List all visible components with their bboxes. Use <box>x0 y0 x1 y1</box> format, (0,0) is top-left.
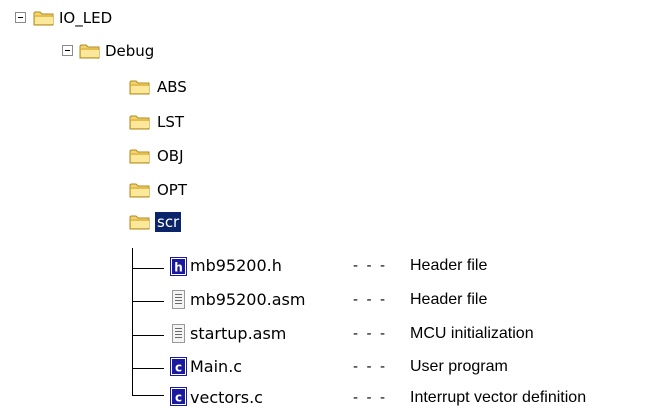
folder-open-icon <box>33 9 55 27</box>
c-file-icon <box>170 387 187 406</box>
c-file-icon <box>170 357 187 376</box>
file-separator: - - - <box>353 292 388 308</box>
file-separator: - - - <box>353 390 388 406</box>
folder-icon <box>129 181 151 199</box>
file-separator: - - - <box>353 258 388 274</box>
tree-node-io-led[interactable]: IO_LED <box>59 8 112 28</box>
file-description: Header file <box>410 257 488 274</box>
file-separator: - - - <box>353 326 388 342</box>
asm-file-icon <box>170 290 187 309</box>
tree-node-debug[interactable]: Debug <box>105 41 154 61</box>
tree-connector-vertical <box>132 248 133 395</box>
file-description: User program <box>410 358 508 375</box>
tree-connector-branch <box>132 335 164 336</box>
file-name[interactable]: mb95200.asm <box>190 290 305 310</box>
tree-node-scr[interactable]: scr <box>155 212 182 232</box>
file-name[interactable]: vectors.c <box>190 388 263 408</box>
folder-icon <box>129 113 151 131</box>
file-name[interactable]: Main.c <box>190 357 242 377</box>
folder-open-icon <box>129 213 151 231</box>
collapse-toggle-debug[interactable] <box>62 45 73 56</box>
file-name[interactable]: startup.asm <box>190 324 286 344</box>
tree-connector-branch <box>132 395 164 396</box>
file-name[interactable]: mb95200.h <box>190 256 282 276</box>
tree-node-lst[interactable]: LST <box>157 112 184 132</box>
file-description: Header file <box>410 291 488 308</box>
tree-node-opt[interactable]: OPT <box>157 180 187 200</box>
file-separator: - - - <box>353 359 388 375</box>
folder-icon <box>129 78 151 96</box>
tree-connector-branch <box>132 368 164 369</box>
collapse-toggle-io-led[interactable] <box>15 12 26 23</box>
tree-node-obj[interactable]: OBJ <box>157 146 184 166</box>
file-description: MCU initialization <box>410 325 534 342</box>
asm-file-icon <box>170 324 187 343</box>
h-file-icon <box>170 257 187 276</box>
tree-connector-branch <box>132 268 164 269</box>
folder-icon <box>129 147 151 165</box>
tree-node-abs[interactable]: ABS <box>157 77 187 97</box>
tree-connector-branch <box>132 301 164 302</box>
folder-open-icon <box>79 42 101 60</box>
file-description: Interrupt vector definition <box>410 389 587 406</box>
